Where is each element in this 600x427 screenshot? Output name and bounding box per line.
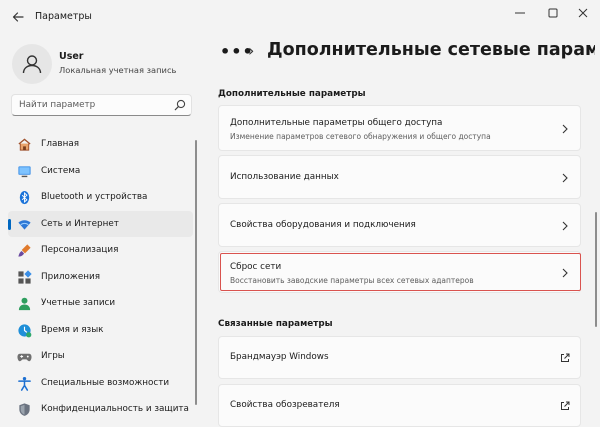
chevron-right-icon (562, 221, 568, 231)
sidebar-item-label: Игры (41, 351, 65, 361)
back-button[interactable] (5, 4, 31, 30)
avatar[interactable] (12, 44, 52, 84)
card-internet-options[interactable]: Свойства обозревателя (218, 384, 581, 427)
card-data-usage[interactable]: Использование данных (218, 155, 581, 199)
sidebar-item-label: Bluetooth и устройства (41, 192, 148, 202)
card-subtitle: Изменение параметров сетевого обнаружени… (230, 132, 491, 141)
sidebar-item-time-language[interactable]: Время и язык (8, 317, 193, 344)
sidebar-item-label: Конфиденциальность и защита (41, 404, 189, 414)
privacy-shield-icon (19, 403, 30, 416)
sidebar-item-system[interactable]: Система (8, 158, 193, 185)
sidebar-item-label: Учетные записи (41, 298, 116, 308)
apps-icon (18, 269, 32, 284)
sidebar-item-personalization[interactable]: Персонализация (8, 237, 193, 264)
breadcrumb: ••• › Дополнительные сетевые параметры (220, 40, 595, 66)
card-network-reset[interactable]: Сброс сети Восстановить заводские параме… (218, 251, 581, 293)
sidebar-item-label: Сеть и Интернет (41, 218, 119, 229)
personalization-icon (18, 244, 31, 257)
gaming-icon (17, 353, 32, 362)
network-icon (18, 219, 31, 230)
account-type: Локальная учетная запись (59, 65, 177, 75)
search-icon[interactable] (174, 99, 186, 111)
breadcrumb-separator: › (248, 41, 255, 60)
sidebar-item-label: Персонализация (41, 245, 119, 255)
system-icon (18, 165, 31, 177)
sidebar-item-accessibility[interactable]: Специальные возможности (8, 370, 193, 397)
external-link-icon (561, 353, 570, 362)
card-title: Использование данных (230, 172, 339, 182)
card-subtitle: Восстановить заводские параметры всех се… (230, 276, 474, 285)
card-title: Дополнительные параметры общего доступа (230, 118, 443, 128)
chevron-right-icon (562, 173, 568, 183)
page-title: Дополнительные сетевые параметры (267, 40, 595, 60)
accounts-icon (18, 297, 31, 311)
accessibility-icon (18, 376, 31, 391)
sidebar-item-label: Главная (41, 139, 79, 149)
card-title: Сброс сети (230, 262, 282, 272)
sidebar-item-network[interactable]: Сеть и Интернет (8, 210, 193, 237)
sidebar-item-apps[interactable]: Приложения (8, 264, 193, 291)
user-icon (22, 55, 42, 74)
maximize-icon (548, 8, 558, 18)
external-link-icon (561, 401, 570, 410)
sidebar-item-bluetooth[interactable]: Bluetooth и устройства (8, 184, 193, 211)
section-title-advanced: Дополнительные параметры (218, 89, 366, 99)
card-hardware-properties[interactable]: Свойства оборудования и подключения (218, 203, 581, 247)
main-scrollbar[interactable] (595, 212, 597, 327)
sidebar-item-label: Приложения (41, 271, 101, 282)
minimize-icon (515, 12, 525, 14)
search-placeholder: Найти параметр (19, 100, 96, 110)
sidebar-scrollbar[interactable] (195, 140, 197, 405)
search-input[interactable]: Найти параметр (11, 94, 192, 116)
time-language-icon (18, 323, 32, 337)
bluetooth-icon (19, 190, 30, 205)
sidebar-item-label: Время и язык (41, 324, 104, 335)
card-advanced-sharing[interactable]: Дополнительные параметры общего доступа … (218, 105, 581, 151)
card-title: Свойства обозревателя (230, 400, 340, 410)
sidebar-item-privacy[interactable]: Конфиденциальность и защита (8, 396, 193, 423)
card-windows-firewall[interactable]: Брандмауэр Windows (218, 336, 581, 379)
card-title: Брандмауэр Windows (230, 352, 329, 362)
active-indicator (8, 218, 11, 230)
section-title-related: Связанные параметры (218, 319, 333, 329)
sidebar-item-label: Система (41, 165, 81, 176)
sidebar-item-accounts[interactable]: Учетные записи (8, 290, 193, 317)
chevron-right-icon (562, 268, 568, 278)
sidebar-item-label: Специальные возможности (41, 377, 170, 388)
card-title: Свойства оборудования и подключения (230, 220, 416, 230)
user-name: User (59, 51, 84, 62)
sidebar-item-home[interactable]: Главная (8, 131, 193, 158)
close-button[interactable] (563, 0, 600, 26)
title-bar: Параметры (0, 0, 600, 34)
home-icon (18, 138, 31, 151)
close-icon (578, 8, 588, 18)
chevron-right-icon (562, 124, 568, 134)
sidebar-nav: Главная Система Bluetooth и устройства С… (8, 131, 193, 423)
back-arrow-icon (12, 12, 24, 22)
app-title: Параметры (35, 11, 92, 22)
sidebar-item-gaming[interactable]: Игры (8, 343, 193, 370)
